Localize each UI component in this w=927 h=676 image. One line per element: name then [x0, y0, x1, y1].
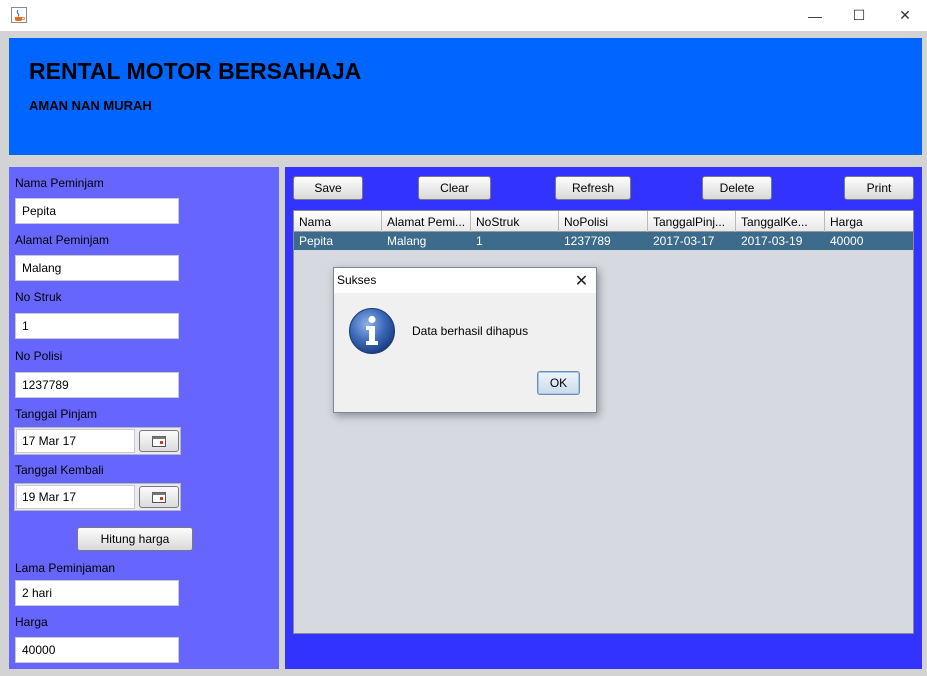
- minimize-icon: —: [808, 7, 822, 24]
- app-title: RENTAL MOTOR BERSAHAJA: [29, 58, 362, 84]
- save-button[interactable]: Save: [293, 176, 363, 200]
- nopolisi-field[interactable]: 1237789: [15, 372, 179, 398]
- harga-field[interactable]: 40000: [15, 637, 179, 663]
- window-titlebar: [0, 0, 927, 31]
- table-cell: Malang: [387, 234, 427, 248]
- hitung-harga-button[interactable]: Hitung harga: [77, 527, 193, 551]
- nostruk-field[interactable]: 1: [15, 313, 179, 339]
- nostruk-label: No Struk: [15, 290, 62, 304]
- lama-field[interactable]: 2 hari: [15, 580, 179, 606]
- column-header-tanggalpinjam[interactable]: TanggalPinj...: [648, 211, 736, 232]
- tglpinjam-label: Tanggal Pinjam: [15, 407, 98, 421]
- info-icon: [348, 307, 396, 355]
- maximize-icon: ☐: [852, 7, 866, 23]
- calendar-icon: [152, 491, 166, 503]
- close-button[interactable]: ✕: [882, 0, 927, 31]
- tglkembali-field[interactable]: 19 Mar 17: [16, 485, 135, 509]
- tglkembali-calendar-button[interactable]: [139, 486, 179, 508]
- column-header-harga[interactable]: Harga: [825, 211, 913, 232]
- close-icon: ✕: [574, 272, 589, 290]
- table-cell: 2017-03-17: [653, 234, 715, 248]
- tglkembali-label: Tanggal Kembali: [15, 463, 104, 477]
- alamat-label: Alamat Peminjam: [15, 233, 110, 247]
- minimize-button[interactable]: —: [792, 0, 838, 31]
- refresh-button[interactable]: Refresh: [555, 176, 631, 200]
- table-cell: 2017-03-19: [741, 234, 803, 248]
- nopolisi-label: No Polisi: [15, 349, 63, 363]
- dialog-message: Data berhasil dihapus: [412, 324, 529, 338]
- table-cell: Pepita: [299, 234, 334, 248]
- dialog-close-button[interactable]: ✕: [569, 268, 594, 293]
- header-banner: [9, 38, 922, 155]
- ok-button[interactable]: OK: [537, 371, 580, 395]
- print-button[interactable]: Print: [844, 176, 914, 200]
- column-header-nama[interactable]: Nama: [294, 211, 382, 232]
- alamat-field[interactable]: Malang: [15, 255, 179, 281]
- clear-button[interactable]: Clear: [418, 176, 491, 200]
- app-subtitle: AMAN NAN MURAH: [29, 98, 152, 113]
- tglpinjam-calendar-button[interactable]: [139, 430, 179, 452]
- close-icon: ✕: [899, 7, 911, 23]
- dialog-title: Sukses: [337, 273, 377, 287]
- column-header-nopolisi[interactable]: NoPolisi: [559, 211, 648, 232]
- column-header-nostruk[interactable]: NoStruk: [471, 211, 559, 232]
- delete-button[interactable]: Delete: [702, 176, 772, 200]
- table-cell: 1: [476, 234, 483, 248]
- column-header-alamat[interactable]: Alamat Pemi...: [382, 211, 471, 232]
- nama-field[interactable]: Pepita: [15, 198, 179, 224]
- java-cup-icon: [11, 7, 27, 23]
- table-cell: 1237789: [564, 234, 611, 248]
- tglpinjam-field[interactable]: 17 Mar 17: [16, 429, 135, 453]
- calendar-icon: [152, 435, 166, 447]
- table-cell: 40000: [830, 234, 864, 248]
- column-header-tanggalkembali[interactable]: TanggalKe...: [736, 211, 825, 232]
- harga-label: Harga: [15, 615, 48, 629]
- maximize-button[interactable]: ☐: [836, 0, 882, 31]
- lama-label: Lama Peminjaman: [15, 561, 116, 575]
- nama-label: Nama Peminjam: [15, 176, 104, 190]
